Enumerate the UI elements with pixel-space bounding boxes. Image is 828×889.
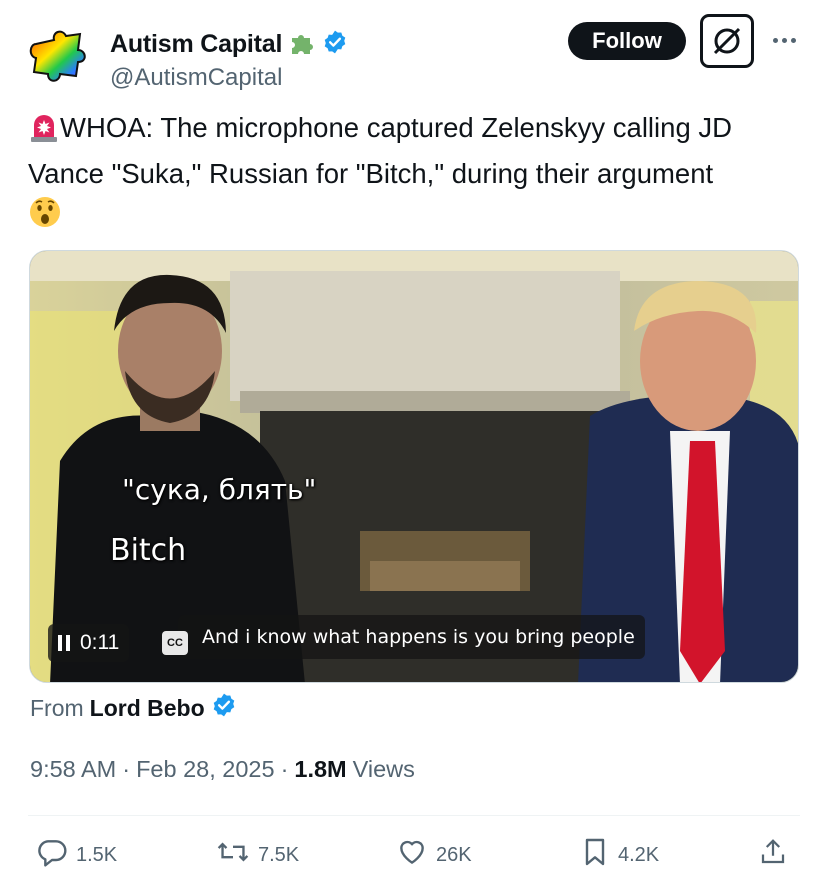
pause-icon[interactable] [58,635,70,651]
video-controls: 0:11 [48,624,130,662]
reply-button[interactable]: 1.5K [36,836,117,874]
bookmark-icon [580,836,610,874]
repost-count: 7.5K [258,843,300,866]
video-caption: And i know what happens is you bring peo… [178,615,645,659]
tweet-meta: 9:58 AM · Feb 28, 2025 · 1.8M Views [30,756,415,783]
meta-separator: · [280,756,289,782]
bookmark-button[interactable]: 4.2K [580,836,659,874]
heart-icon [396,836,428,874]
action-bar: 1.5K 7.5K 26K 4.2K [28,836,800,876]
more-options-icon[interactable] [768,28,800,52]
views-count: 1.8M [294,756,347,782]
divider [28,815,800,816]
subtitle-english: Bitch [110,533,187,568]
repost-icon [216,836,250,874]
follow-button[interactable]: Follow [568,22,686,60]
closed-captions-button[interactable]: CC [162,631,188,655]
tweet-header: Autism Capital @AutismCapital Follow [28,14,800,91]
verified-badge-icon [322,29,348,60]
source-prefix: From [30,694,84,721]
share-button[interactable] [758,836,788,874]
repost-button[interactable]: 7.5K [216,836,299,874]
grok-icon[interactable] [700,14,754,68]
verified-badge-icon [211,692,237,724]
tweet-text: WHOA: The microphone captured Zelenskyy … [28,108,800,240]
bookmark-count: 4.2K [618,843,660,866]
tweet-time[interactable]: 9:58 AM [30,756,116,783]
tweet-date[interactable]: Feb 28, 2025 [136,756,275,783]
display-name[interactable]: Autism Capital [110,30,282,59]
meta-separator: · [122,756,131,782]
video-source: From Lord Bebo [30,692,237,724]
views-label: Views [352,756,415,782]
subtitle-russian: "сука, блять" [122,473,317,506]
siren-icon [28,111,60,154]
reply-count: 1.5K [76,843,118,866]
like-button[interactable]: 26K [396,836,472,874]
source-name[interactable]: Lord Bebo [90,695,205,722]
handle[interactable]: @AutismCapital [110,64,282,92]
like-count: 26K [436,843,472,866]
avatar[interactable] [28,22,94,88]
puzzle-piece-icon [288,28,316,61]
share-icon [758,836,788,874]
reply-icon [36,836,68,874]
astonished-face-icon [28,195,62,240]
tweet-body: WHOA: The microphone captured Zelenskyy … [28,112,732,189]
name-row: Autism Capital [110,28,348,61]
video-player[interactable]: "сука, блять" Bitch And i know what happ… [29,250,799,683]
video-time: 0:11 [80,631,120,654]
